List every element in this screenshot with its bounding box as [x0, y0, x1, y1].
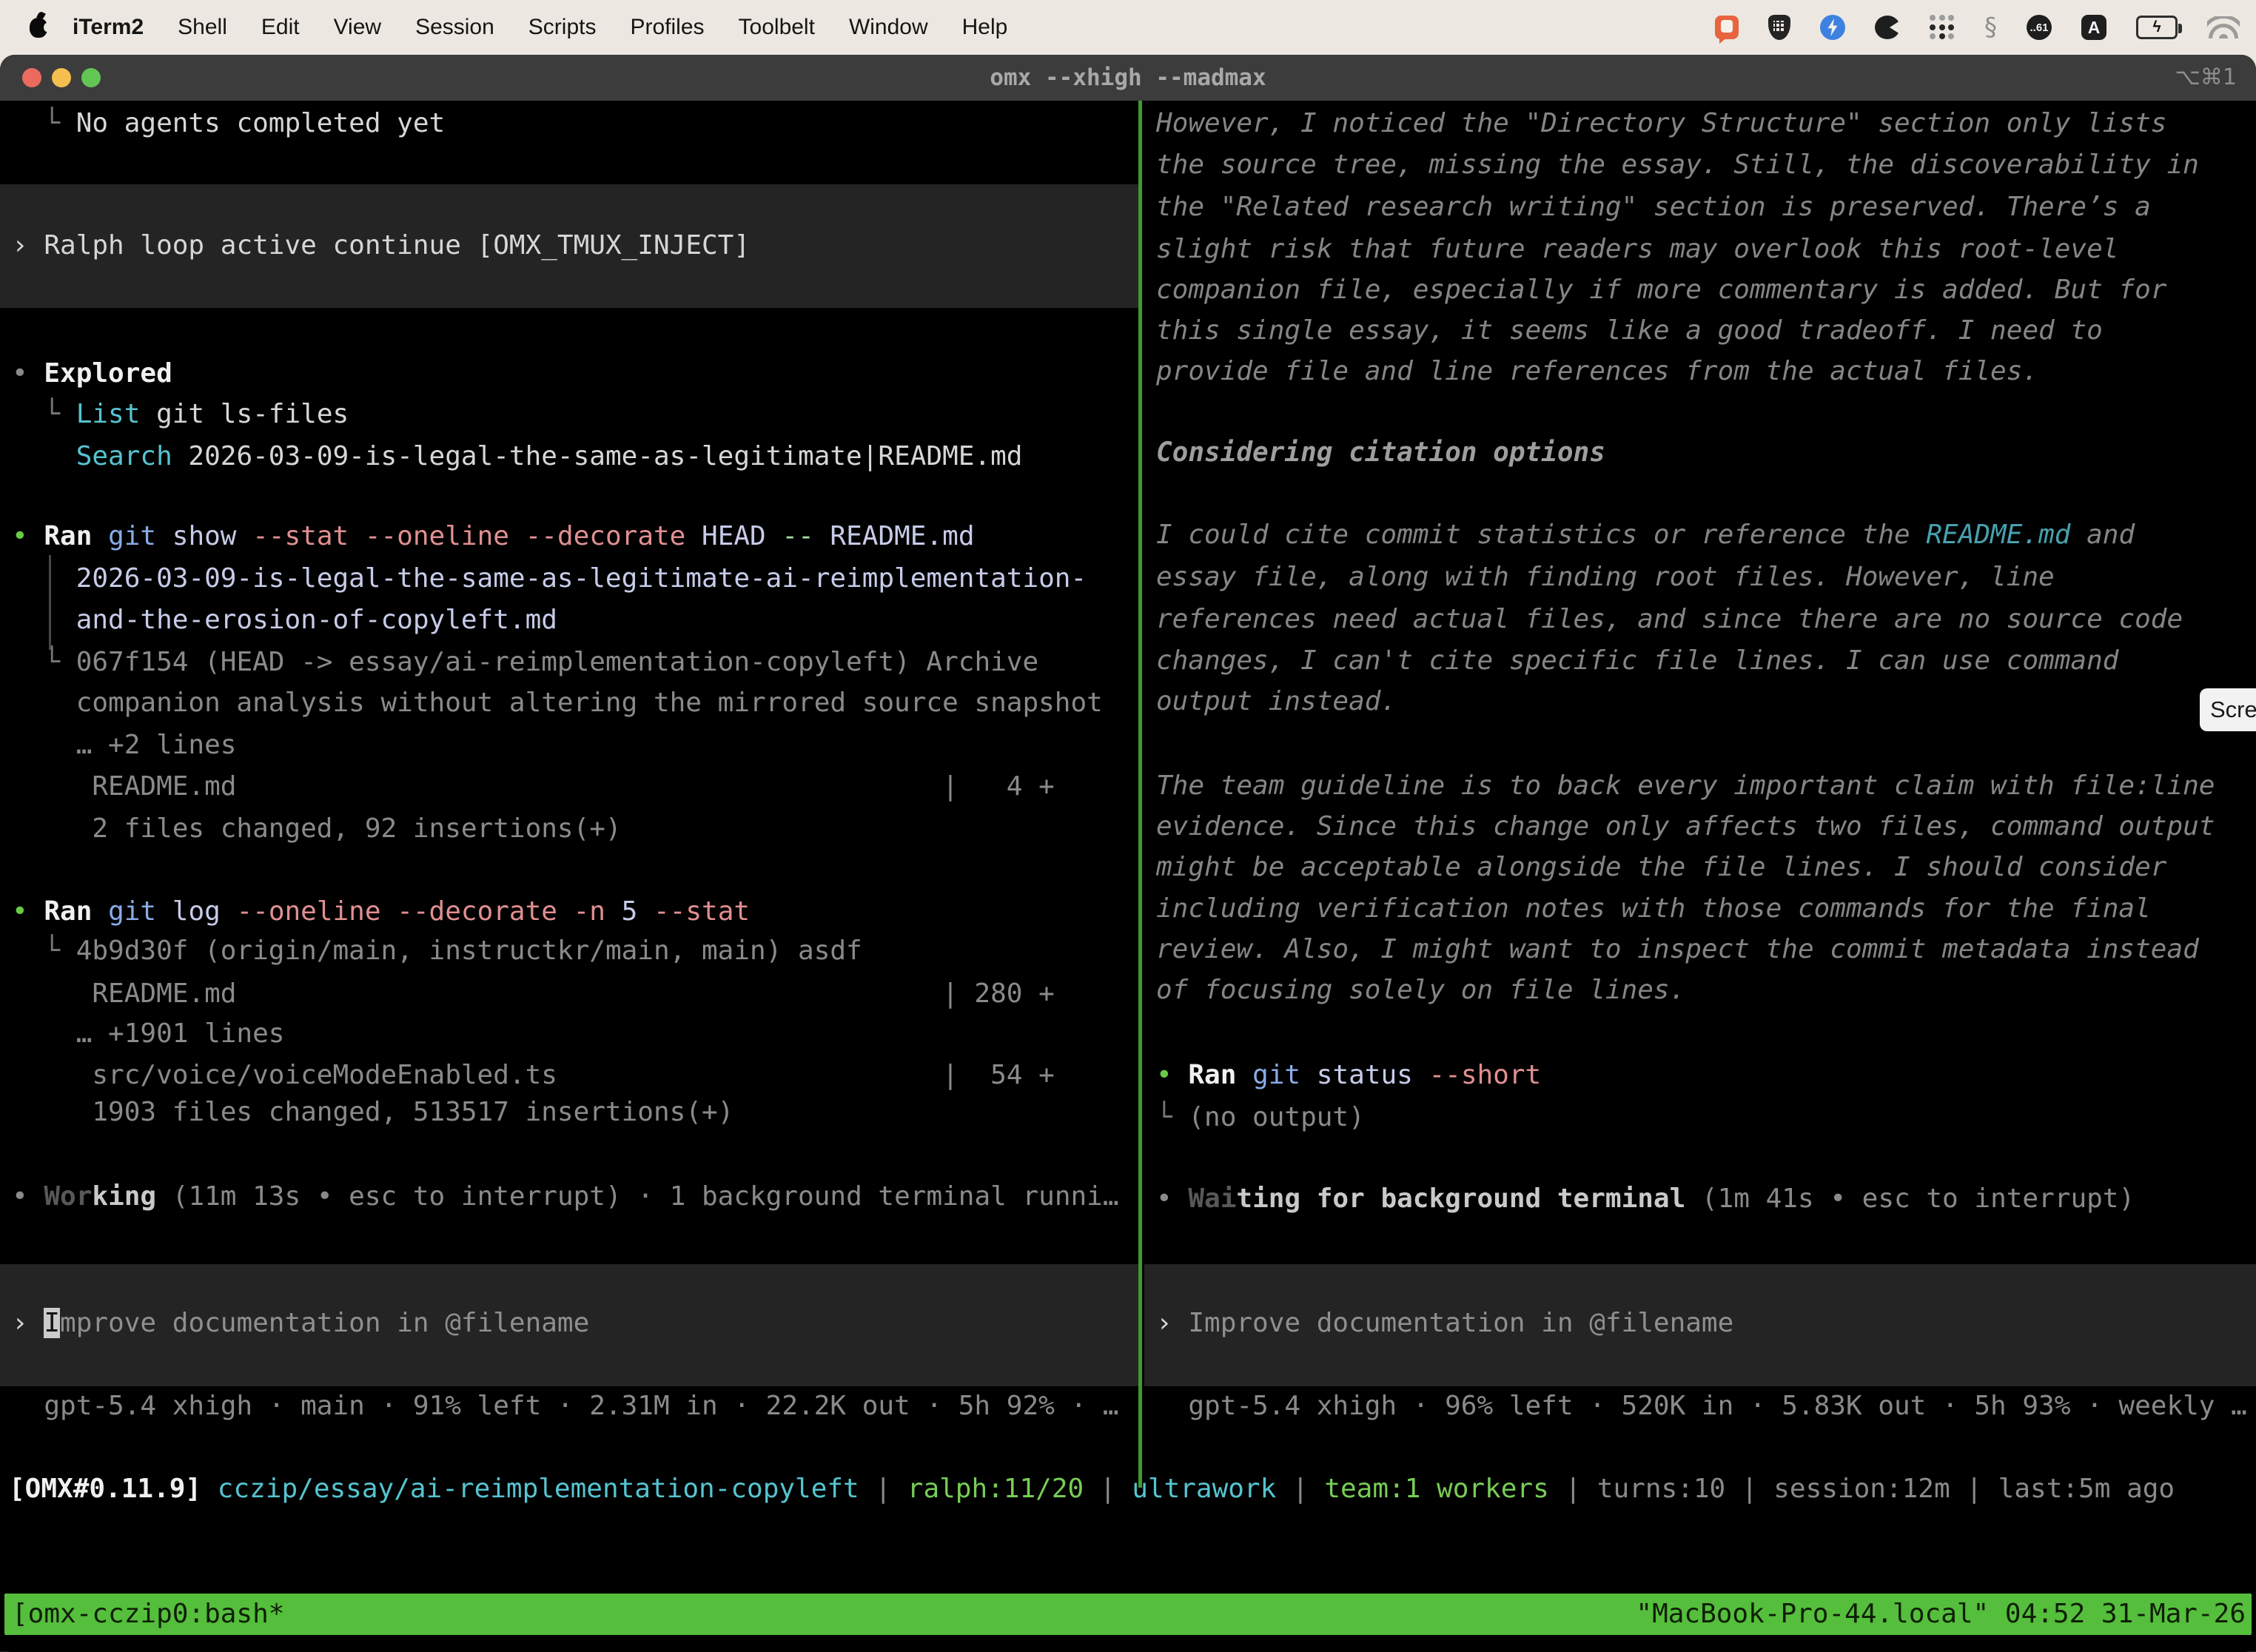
terminal-line: 1903 files changed, 513517 insertions(+)	[12, 1092, 733, 1132]
pie-app-icon[interactable]	[1875, 16, 1900, 39]
terminal-line: provide file and line references from th…	[1156, 352, 2038, 392]
macos-menu-bar: iTerm2 Shell Edit View Session Scripts P…	[0, 0, 2256, 55]
left-terminal-pane[interactable]: └ No agents completed yet › Ralph loop ac…	[0, 101, 1138, 1488]
terminal-line: the source tree, missing the essay. Stil…	[1156, 145, 2199, 185]
terminal-line: └ 067f154 (HEAD -> essay/ai-reimplementa…	[12, 642, 1038, 682]
terminal-line: › Ralph loop active continue [OMX_TMUX_I…	[12, 226, 750, 266]
menu-item-iterm2[interactable]: iTerm2	[73, 15, 144, 40]
terminal-line: └ No agents completed yet	[12, 104, 445, 144]
terminal-line: … +1901 lines	[12, 1014, 284, 1054]
terminal-line: └ List git ls-files	[12, 394, 349, 434]
menu-item-help[interactable]: Help	[962, 15, 1008, 40]
menu-item-shell[interactable]: Shell	[178, 15, 227, 40]
terminal-line: might be acceptable alongside the file l…	[1156, 847, 2166, 887]
terminal-line: • Ran git status --short	[1156, 1055, 1541, 1095]
terminal-line: › Improve documentation in @filename	[1156, 1303, 1733, 1343]
pane-divider[interactable]	[1138, 101, 1142, 1488]
terminal-line: └ (no output)	[1156, 1098, 1365, 1138]
terminal-line: However, I noticed the "Directory Struct…	[1156, 104, 2166, 144]
terminal-line: README.md | 4 +	[12, 767, 1055, 807]
menu-item-toolbelt[interactable]: Toolbelt	[739, 15, 815, 40]
window-title: omx --xhigh --madmax	[0, 55, 2256, 101]
menu-item-scripts[interactable]: Scripts	[528, 15, 597, 40]
window-shortcut-badge: ⌥⌘1	[2175, 55, 2237, 101]
terminal-line: gpt-5.4 xhigh · main · 91% left · 2.31M …	[12, 1386, 1119, 1426]
terminal-line: changes, I can't cite specific file line…	[1156, 641, 2118, 681]
terminal-line: Considering citation options	[1156, 433, 1605, 473]
chat-app-icon[interactable]	[1715, 16, 1739, 39]
terminal-line: essay file, along with finding root file…	[1156, 557, 2055, 597]
menu-bar-status-area: § ..61 A ϟ	[1715, 0, 2240, 55]
terminal-line: gpt-5.4 xhigh · 96% left · 520K in · 5.8…	[1156, 1386, 2247, 1426]
terminal-line: … +2 lines	[12, 725, 236, 765]
battery-icon[interactable]: ϟ	[2136, 16, 2178, 39]
hook-app-icon[interactable]: §	[1984, 15, 1997, 40]
terminal-line: the "Related research writing" section i…	[1156, 187, 2151, 227]
terminal-line: src/voice/voiceModeEnabled.ts | 54 +	[12, 1055, 1055, 1095]
letter-a-app-icon[interactable]: A	[2081, 15, 2106, 40]
window-title-bar[interactable]: omx --xhigh --madmax ⌥⌘1	[0, 55, 2256, 101]
bolt-app-icon[interactable]	[1820, 15, 1845, 40]
terminal-line: output instead.	[1156, 682, 1397, 722]
terminal-line: references need actual files, and since …	[1156, 600, 2183, 639]
terminal-line: review. Also, I might want to inspect th…	[1156, 930, 2199, 970]
tmux-host-and-clock: "MacBook-Pro-44.local" 04:52 31-Mar-26	[1636, 1594, 2246, 1635]
terminal-line: 2 files changed, 92 insertions(+)	[12, 809, 622, 849]
terminal-line: • Waiting for background terminal (1m 41…	[1156, 1179, 2135, 1219]
menu-item-profiles[interactable]: Profiles	[630, 15, 704, 40]
terminal-line: › Improve documentation in @filename	[12, 1303, 589, 1343]
terminal-line: evidence. Since this change only affects…	[1156, 807, 2215, 847]
terminal-line: companion analysis without altering the …	[12, 683, 1103, 723]
terminal-line: • Ran git log --oneline --decorate -n 5 …	[12, 892, 750, 932]
terminal-line: • Working (11m 13s • esc to interrupt) ·…	[12, 1177, 1119, 1217]
menu-item-window[interactable]: Window	[849, 15, 928, 40]
terminal-line: companion file, especially if more comme…	[1156, 270, 2166, 310]
menu-item-edit[interactable]: Edit	[261, 15, 300, 40]
terminal-line: README.md | 280 +	[12, 974, 1055, 1014]
terminal-line: this single essay, it seems like a good …	[1156, 311, 2103, 351]
terminal-line: of focusing solely on file lines.	[1156, 970, 1685, 1010]
apple-menu-icon[interactable]	[30, 18, 47, 38]
terminal-line: The team guideline is to back every impo…	[1156, 766, 2215, 806]
terminal-line: 2026-03-09-is-legal-the-same-as-legitima…	[12, 559, 1087, 599]
tmux-session-name[interactable]: [omx-cczip0:bash*	[12, 1594, 284, 1635]
menu-item-view[interactable]: View	[334, 15, 381, 40]
terminal-line: slight risk that future readers may over…	[1156, 229, 2118, 269]
terminal-line: Search 2026-03-09-is-legal-the-same-as-l…	[12, 437, 1022, 477]
terminal-line: including verification notes with those …	[1156, 889, 2151, 929]
screen-edge-tooltip: Scre	[2200, 688, 2256, 731]
terminal-line: • Explored	[12, 354, 172, 394]
badge-61-icon[interactable]: ..61	[2027, 15, 2052, 40]
terminal-line: • Ran git show --stat --oneline --decora…	[12, 517, 975, 557]
tmux-status-bar[interactable]: [omx-cczip0:bash* "MacBook-Pro-44.local"…	[4, 1594, 2252, 1635]
wifi-icon[interactable]	[2207, 16, 2240, 38]
terminal-line: I could cite commit statistics or refere…	[1156, 515, 2135, 555]
terminal-line: [OMX#0.11.9] cczip/essay/ai-reimplementa…	[9, 1469, 2175, 1509]
right-terminal-pane[interactable]: However, I noticed the "Directory Struct…	[1144, 101, 2256, 1488]
terminal-line: and-the-erosion-of-copyleft.md	[12, 600, 557, 640]
dots-grid-icon[interactable]	[1930, 15, 1955, 40]
terminal-line: └ 4b9d30f (origin/main, instructkr/main,…	[12, 931, 862, 971]
menu-item-session[interactable]: Session	[415, 15, 494, 40]
shield-app-icon[interactable]	[1768, 15, 1790, 40]
